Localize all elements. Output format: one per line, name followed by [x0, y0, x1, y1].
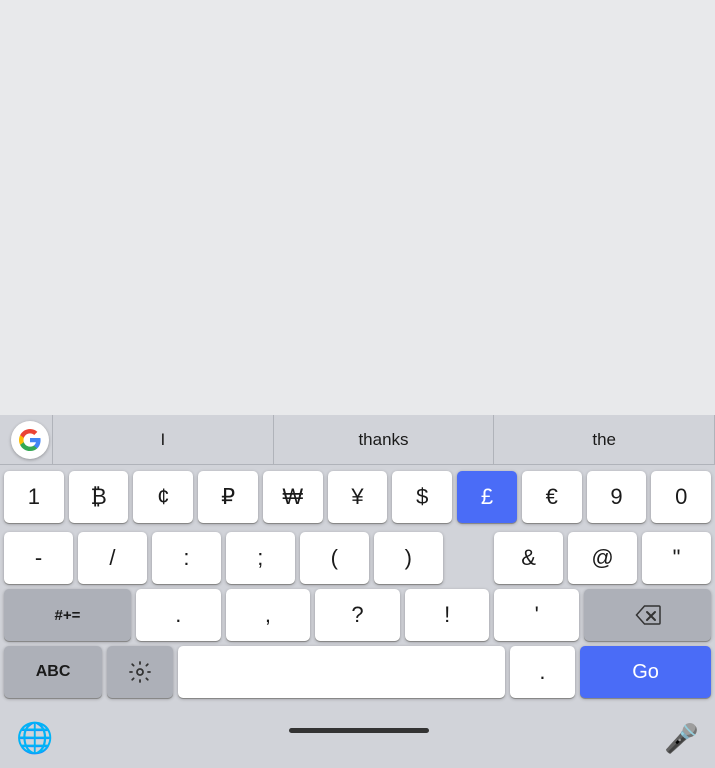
- key-yen[interactable]: ¥: [328, 471, 388, 523]
- top-area: [0, 0, 715, 415]
- key-ruble[interactable]: ₽: [198, 471, 258, 523]
- key-0[interactable]: 0: [651, 471, 711, 523]
- key-won[interactable]: ₩: [263, 471, 323, 523]
- suggestion-i[interactable]: I: [52, 415, 273, 464]
- key-period-bottom[interactable]: .: [510, 646, 575, 698]
- google-circle: [11, 421, 49, 459]
- key-cent[interactable]: ¢: [133, 471, 193, 523]
- currency-row: 1 ₿ ¢ ₽ ₩ ¥ $ £ € 9 0: [0, 465, 715, 527]
- key-comma[interactable]: ,: [226, 589, 311, 641]
- key-abc[interactable]: ABC: [4, 646, 102, 698]
- key-apostrophe[interactable]: ': [494, 589, 579, 641]
- bottom-key-row: ABC . Go: [0, 641, 715, 704]
- symbol-row-1: - / : ; ( ) & @ ": [0, 527, 715, 584]
- suggestion-the[interactable]: the: [493, 415, 715, 464]
- google-logo: [8, 418, 52, 462]
- key-go[interactable]: Go: [580, 646, 711, 698]
- suggestions-bar: I thanks the: [0, 415, 715, 465]
- key-colon[interactable]: :: [152, 532, 221, 584]
- key-open-paren[interactable]: (: [300, 532, 369, 584]
- key-hashplus[interactable]: #+=: [4, 589, 131, 641]
- symbol-row-2: #+= . , ? ! ': [0, 584, 715, 641]
- key-bitcoin[interactable]: ₿: [69, 471, 129, 523]
- key-quote[interactable]: ": [642, 532, 711, 584]
- key-delete[interactable]: [584, 589, 711, 641]
- globe-icon[interactable]: 🌐: [16, 721, 53, 756]
- key-at[interactable]: @: [568, 532, 637, 584]
- key-euro[interactable]: €: [522, 471, 582, 523]
- key-ampersand[interactable]: &: [494, 532, 563, 584]
- home-indicator: [289, 728, 429, 733]
- key-1[interactable]: 1: [4, 471, 64, 523]
- key-period[interactable]: .: [136, 589, 221, 641]
- key-dollar[interactable]: $: [392, 471, 452, 523]
- key-minus[interactable]: -: [4, 532, 73, 584]
- key-9[interactable]: 9: [587, 471, 647, 523]
- key-settings[interactable]: [107, 646, 172, 698]
- bottom-bar: 🌐 🎤: [0, 704, 715, 768]
- suggestions: I thanks the: [52, 415, 715, 464]
- key-question[interactable]: ?: [315, 589, 400, 641]
- key-exclaim[interactable]: !: [405, 589, 490, 641]
- key-close-paren[interactable]: ): [374, 532, 443, 584]
- key-semicolon[interactable]: ;: [226, 532, 295, 584]
- key-pound[interactable]: £: [457, 471, 517, 523]
- key-space[interactable]: [178, 646, 505, 698]
- suggestion-thanks[interactable]: thanks: [273, 415, 494, 464]
- mic-icon[interactable]: 🎤: [664, 722, 699, 755]
- key-slash[interactable]: /: [78, 532, 147, 584]
- key-spacer: [448, 532, 489, 584]
- keyboard-container: I thanks the 1 ₿ ¢ ₽ ₩ ¥ $ £ € 9 0 - / :…: [0, 415, 715, 768]
